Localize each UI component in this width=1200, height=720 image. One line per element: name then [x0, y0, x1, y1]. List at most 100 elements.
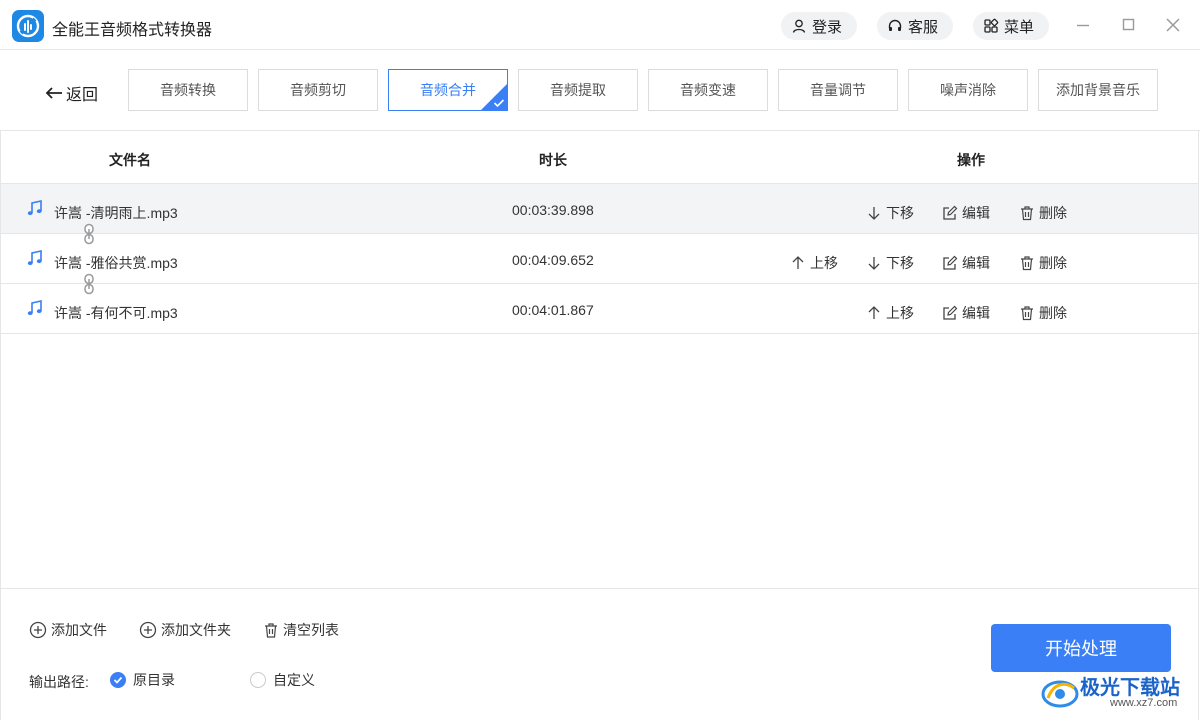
move-up-label: 上移 — [810, 255, 838, 271]
tab-add-bgm[interactable]: 添加背景音乐 — [1038, 69, 1158, 111]
menu-label: 菜单 — [1004, 18, 1035, 36]
move-down-button[interactable]: 下移 — [866, 253, 914, 273]
add-file-button[interactable]: 添加文件 — [29, 620, 107, 640]
tab-audio-merge[interactable]: 音频合并 — [388, 69, 508, 111]
file-name: 许嵩 -有何不可.mp3 — [54, 305, 178, 321]
arrow-down-icon — [868, 207, 880, 220]
edit-button[interactable]: 编辑 — [942, 303, 990, 323]
column-header-name: 文件名 — [109, 152, 151, 168]
music-note-icon — [27, 250, 42, 266]
close-icon — [1166, 18, 1180, 32]
edit-button[interactable]: 编辑 — [942, 203, 990, 223]
column-header-actions: 操作 — [957, 152, 985, 168]
file-duration: 00:04:01.867 — [512, 302, 594, 318]
plus-circle-icon — [139, 621, 157, 639]
title-bar: 全能王音频格式转换器 登录 客服 菜单 — [0, 0, 1200, 50]
watermark-logo-icon — [1041, 680, 1079, 708]
close-button[interactable] — [1162, 14, 1184, 36]
music-note-icon — [27, 200, 42, 216]
arrow-left-icon — [45, 87, 62, 99]
file-duration: 00:03:39.898 — [512, 202, 594, 218]
login-label: 登录 — [812, 18, 843, 36]
radio-original-directory[interactable]: 原目录 — [110, 670, 175, 690]
move-down-button[interactable]: 下移 — [866, 203, 914, 223]
headset-icon — [888, 19, 902, 31]
tab-volume-adjust[interactable]: 音量调节 — [778, 69, 898, 111]
menu-button[interactable]: 菜单 — [973, 12, 1049, 40]
edit-icon — [943, 305, 958, 320]
radio-checked-icon — [110, 672, 126, 688]
login-button[interactable]: 登录 — [781, 12, 857, 40]
delete-button[interactable]: 删除 — [1019, 203, 1067, 223]
radio-unchecked-icon — [250, 672, 266, 688]
delete-label: 删除 — [1039, 305, 1067, 321]
service-label: 客服 — [908, 18, 939, 36]
clear-list-label: 清空列表 — [283, 622, 339, 638]
trash-icon — [1021, 256, 1033, 271]
tab-audio-extract[interactable]: 音频提取 — [518, 69, 638, 111]
watermark-url: www.xz7.com — [1110, 697, 1178, 709]
service-button[interactable]: 客服 — [877, 12, 953, 40]
move-up-label: 上移 — [886, 305, 914, 321]
delete-button[interactable]: 删除 — [1019, 303, 1067, 323]
arrow-up-icon — [868, 306, 880, 319]
maximize-icon — [1122, 18, 1135, 31]
radio-original-label: 原目录 — [133, 672, 175, 688]
check-icon — [493, 99, 505, 108]
apps-icon — [984, 18, 999, 33]
file-table-header: 文件名 时长 操作 — [1, 132, 1198, 184]
edit-label: 编辑 — [962, 205, 990, 221]
trash-icon — [1021, 306, 1033, 321]
edit-icon — [943, 255, 958, 270]
back-button[interactable]: 返回 — [44, 81, 98, 105]
app-logo — [12, 10, 44, 42]
table-row[interactable]: 许嵩 -有何不可.mp3 00:04:01.867 上移 编辑 删除 — [1, 284, 1198, 334]
column-header-duration: 时长 — [539, 152, 567, 168]
edit-icon — [943, 205, 958, 220]
content-border-right — [1198, 131, 1199, 720]
link-icon — [84, 273, 94, 295]
file-name: 许嵩 -雅俗共赏.mp3 — [54, 255, 178, 271]
add-folder-button[interactable]: 添加文件夹 — [139, 620, 231, 640]
file-name: 许嵩 -清明雨上.mp3 — [54, 205, 178, 221]
tab-audio-speed[interactable]: 音频变速 — [648, 69, 768, 111]
add-folder-label: 添加文件夹 — [161, 622, 231, 638]
link-icon — [84, 223, 94, 245]
list-bottom-divider — [1, 588, 1198, 589]
minimize-icon — [1077, 24, 1089, 27]
arrow-up-icon — [792, 256, 804, 269]
user-icon — [792, 19, 806, 33]
app-title: 全能王音频格式转换器 — [52, 22, 213, 39]
maximize-button[interactable] — [1118, 14, 1140, 36]
tab-audio-convert[interactable]: 音频转换 — [128, 69, 248, 111]
watermark-text: 极光下载站 — [1080, 677, 1180, 699]
delete-label: 删除 — [1039, 205, 1067, 221]
file-duration: 00:04:09.652 — [512, 252, 594, 268]
move-up-button[interactable]: 上移 — [790, 253, 838, 273]
function-toolbar: 返回 音频转换 音频剪切 音频合并 音频提取 音频变速 音量调节 噪声消除 添加… — [0, 51, 1200, 131]
clear-list-button[interactable]: 清空列表 — [263, 620, 339, 640]
minimize-button[interactable] — [1072, 14, 1094, 36]
tab-noise-removal[interactable]: 噪声消除 — [908, 69, 1028, 111]
back-label: 返回 — [66, 87, 99, 104]
tab-audio-cut[interactable]: 音频剪切 — [258, 69, 378, 111]
move-up-button[interactable]: 上移 — [866, 303, 914, 323]
start-processing-button[interactable]: 开始处理 — [991, 624, 1171, 672]
edit-button[interactable]: 编辑 — [942, 253, 990, 273]
output-path-label: 输出路径: — [29, 674, 89, 690]
table-row[interactable]: 许嵩 -清明雨上.mp3 00:03:39.898 下移 编辑 删除 — [1, 184, 1198, 234]
delete-label: 删除 — [1039, 255, 1067, 271]
table-row[interactable]: 许嵩 -雅俗共赏.mp3 00:04:09.652 上移 下移 编辑 删除 — [1, 234, 1198, 284]
move-down-label: 下移 — [886, 205, 914, 221]
move-down-label: 下移 — [886, 255, 914, 271]
delete-button[interactable]: 删除 — [1019, 253, 1067, 273]
radio-custom-label: 自定义 — [273, 672, 315, 688]
plus-circle-icon — [29, 621, 47, 639]
radio-custom-directory[interactable]: 自定义 — [250, 670, 315, 690]
edit-label: 编辑 — [962, 255, 990, 271]
trash-icon — [1021, 206, 1033, 221]
edit-label: 编辑 — [962, 305, 990, 321]
arrow-down-icon — [868, 257, 880, 270]
add-file-label: 添加文件 — [51, 622, 107, 638]
tab-audio-merge-label: 音频合并 — [420, 82, 476, 98]
